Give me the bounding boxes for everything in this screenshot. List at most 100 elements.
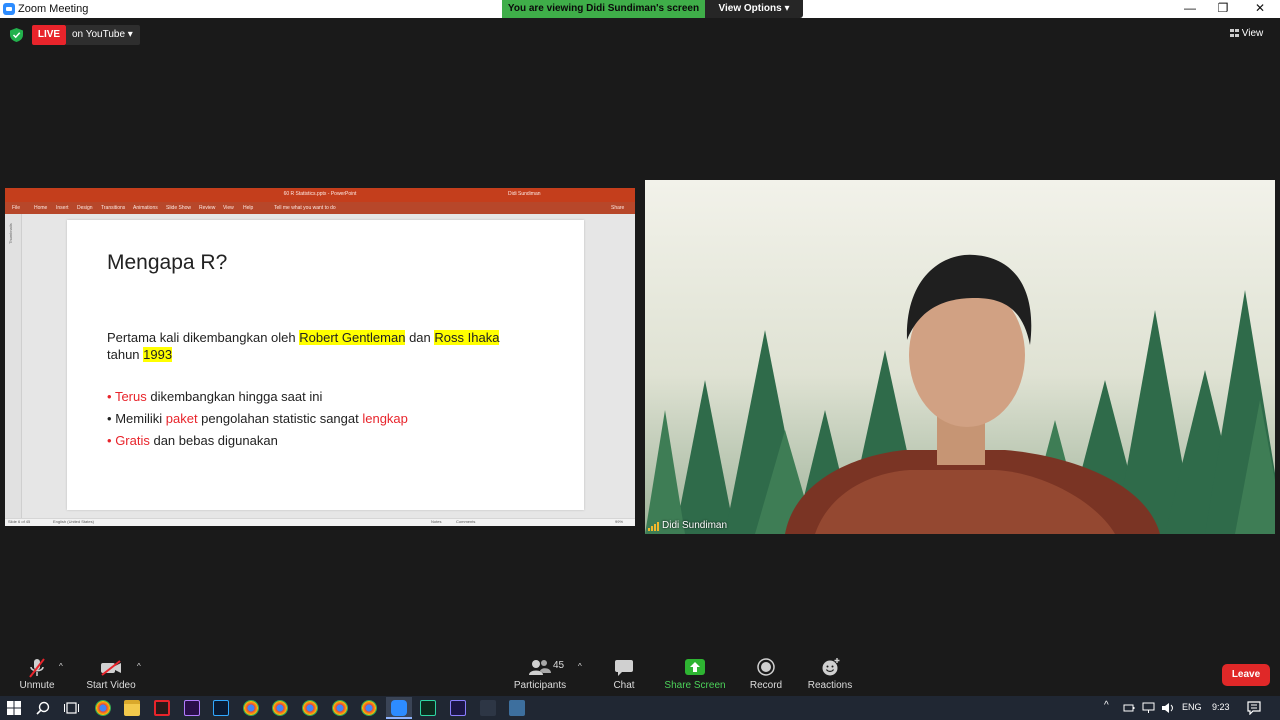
network-icon[interactable] xyxy=(1142,702,1155,714)
share-screen-button[interactable]: Share Screen xyxy=(664,656,726,692)
ppt-notes-button[interactable]: Notes xyxy=(431,519,441,524)
participants-button[interactable]: 45 Participants xyxy=(512,656,568,692)
participant-count: 45 xyxy=(553,660,565,671)
text-run-red: Terus xyxy=(114,389,147,404)
reactions-button[interactable]: Reactions xyxy=(806,656,854,692)
participant-name: Didi Sundiman xyxy=(662,520,728,531)
text-run: pengolahan statistic sangat xyxy=(197,411,363,426)
text-run: dan xyxy=(405,330,435,345)
muted-microphone-icon xyxy=(29,658,45,678)
ppt-tab-design[interactable]: Design xyxy=(77,205,93,211)
shared-screen: 60 R Statistics.pptx - PowerPoint Didi S… xyxy=(5,188,635,526)
maximize-button[interactable]: ❐ xyxy=(1205,0,1241,18)
windows-start-icon[interactable] xyxy=(7,701,21,715)
chrome-icon[interactable] xyxy=(95,700,111,716)
zoom-taskbar-active[interactable] xyxy=(386,697,412,719)
ppt-tab-animations[interactable]: Animations xyxy=(133,205,158,211)
audio-app-icon[interactable] xyxy=(480,700,496,716)
chrome-icon[interactable] xyxy=(272,700,288,716)
volume-icon[interactable] xyxy=(1161,702,1175,714)
input-language[interactable]: ENG xyxy=(1182,702,1202,712)
bullet-marker: • xyxy=(107,389,112,404)
share-screen-icon xyxy=(685,659,705,675)
bullet-item: • Gratis dan bebas digunakan xyxy=(107,433,278,448)
premiere-icon[interactable] xyxy=(184,700,200,716)
ppt-tab-transitions[interactable]: Transitions xyxy=(101,205,125,211)
unmute-button[interactable]: Unmute xyxy=(14,656,60,692)
leave-button[interactable]: Leave xyxy=(1222,664,1270,686)
ppt-tab-home[interactable]: Home xyxy=(34,205,47,211)
photoshop-icon[interactable] xyxy=(213,700,229,716)
view-layout-button[interactable]: View xyxy=(1230,26,1274,42)
clock[interactable]: 9:23 xyxy=(1212,702,1230,712)
record-label: Record xyxy=(749,680,783,691)
ppt-zoom-level[interactable]: 99% xyxy=(615,519,623,524)
video-off-icon xyxy=(101,660,121,676)
ppt-comments-button[interactable]: Comments xyxy=(456,519,475,524)
chrome-icon[interactable] xyxy=(361,700,377,716)
encryption-shield-icon[interactable] xyxy=(10,28,23,42)
ppt-tab-slideshow[interactable]: Slide Show xyxy=(166,205,191,211)
zoom-logo-icon xyxy=(3,3,15,15)
text-run: Memiliki xyxy=(115,411,166,426)
slide-canvas: Mengapa R? Pertama kali dikembangkan ole… xyxy=(67,220,584,510)
ppt-tell-me[interactable]: Tell me what you want to do xyxy=(274,205,336,211)
audio-options-caret[interactable]: ^ xyxy=(59,662,63,671)
text-run: dikembangkan hingga saat ini xyxy=(146,389,323,404)
generic-app-icon[interactable] xyxy=(509,700,525,716)
participants-options-caret[interactable]: ^ xyxy=(578,662,582,671)
text-run: Pertama kali dikembangkan oleh xyxy=(107,330,300,345)
ppt-tab-view[interactable]: View xyxy=(223,205,234,211)
participants-icon xyxy=(529,660,551,675)
record-icon xyxy=(757,658,775,676)
task-view-icon[interactable] xyxy=(64,701,79,715)
share-screen-label: Share Screen xyxy=(664,680,726,691)
ppt-share-button[interactable]: Share xyxy=(611,205,624,211)
file-explorer-icon[interactable] xyxy=(124,700,140,716)
search-icon[interactable] xyxy=(36,701,50,715)
ppt-thumbnail-pane: Thumbnails xyxy=(5,214,22,518)
chat-button[interactable]: Chat xyxy=(606,656,642,692)
chat-icon xyxy=(615,660,633,676)
ppt-language: English (United States) xyxy=(53,519,94,524)
zoom-app-icon xyxy=(391,700,407,716)
participants-label: Participants xyxy=(513,680,567,691)
bullet-item: • Terus dikembangkan hingga saat ini xyxy=(107,389,322,404)
view-options-button[interactable]: View Options ▾ xyxy=(705,0,803,18)
audition-icon[interactable] xyxy=(420,700,436,716)
highlight-ross-ihaka: Ross Ihaka xyxy=(434,330,500,345)
bullet-item: • Memiliki paket pengolahan statistic sa… xyxy=(107,411,408,426)
participant-video[interactable] xyxy=(645,180,1275,534)
minimize-button[interactable]: — xyxy=(1172,0,1208,18)
ppt-user: Didi Sundiman xyxy=(508,191,541,197)
slide-paragraph-line1: Pertama kali dikembangkan oleh Robert Ge… xyxy=(107,330,500,345)
battery-icon[interactable] xyxy=(1123,702,1135,714)
close-button[interactable]: ✕ xyxy=(1242,0,1278,18)
live-badge: LIVE xyxy=(32,25,66,45)
record-button[interactable]: Record xyxy=(746,656,786,692)
ppt-tab-insert[interactable]: Insert xyxy=(56,205,69,211)
text-run: tahun xyxy=(107,347,144,362)
viewing-screen-banner: You are viewing Didi Sundiman's screen xyxy=(502,0,705,18)
ppt-tab-help[interactable]: Help xyxy=(243,205,253,211)
chrome-icon[interactable] xyxy=(302,700,318,716)
grid-view-icon xyxy=(1230,29,1239,37)
chrome-icon[interactable] xyxy=(332,700,348,716)
text-run-red: paket xyxy=(165,411,198,426)
after-effects-icon[interactable] xyxy=(450,700,466,716)
ppt-slide-count: Slide 6 of 45 xyxy=(8,519,31,524)
reactions-label: Reactions xyxy=(807,680,853,691)
show-hidden-icons[interactable]: ^ xyxy=(1104,700,1109,711)
chrome-icon[interactable] xyxy=(243,700,259,716)
live-destination-dropdown[interactable]: on YouTube ▾ xyxy=(66,25,140,45)
notification-icon[interactable] xyxy=(1247,701,1261,715)
ppt-tab-review[interactable]: Review xyxy=(199,205,215,211)
text-run: dan bebas digunakan xyxy=(149,433,278,448)
video-options-caret[interactable]: ^ xyxy=(137,662,141,671)
slide-paragraph-line2: tahun 1993 xyxy=(107,347,173,362)
screen-recorder-icon[interactable] xyxy=(154,700,170,716)
start-video-button[interactable]: Start Video xyxy=(84,656,138,692)
ppt-tab-file[interactable]: File xyxy=(12,205,20,211)
highlight-year: 1993 xyxy=(143,347,173,362)
ppt-statusbar xyxy=(5,518,635,526)
